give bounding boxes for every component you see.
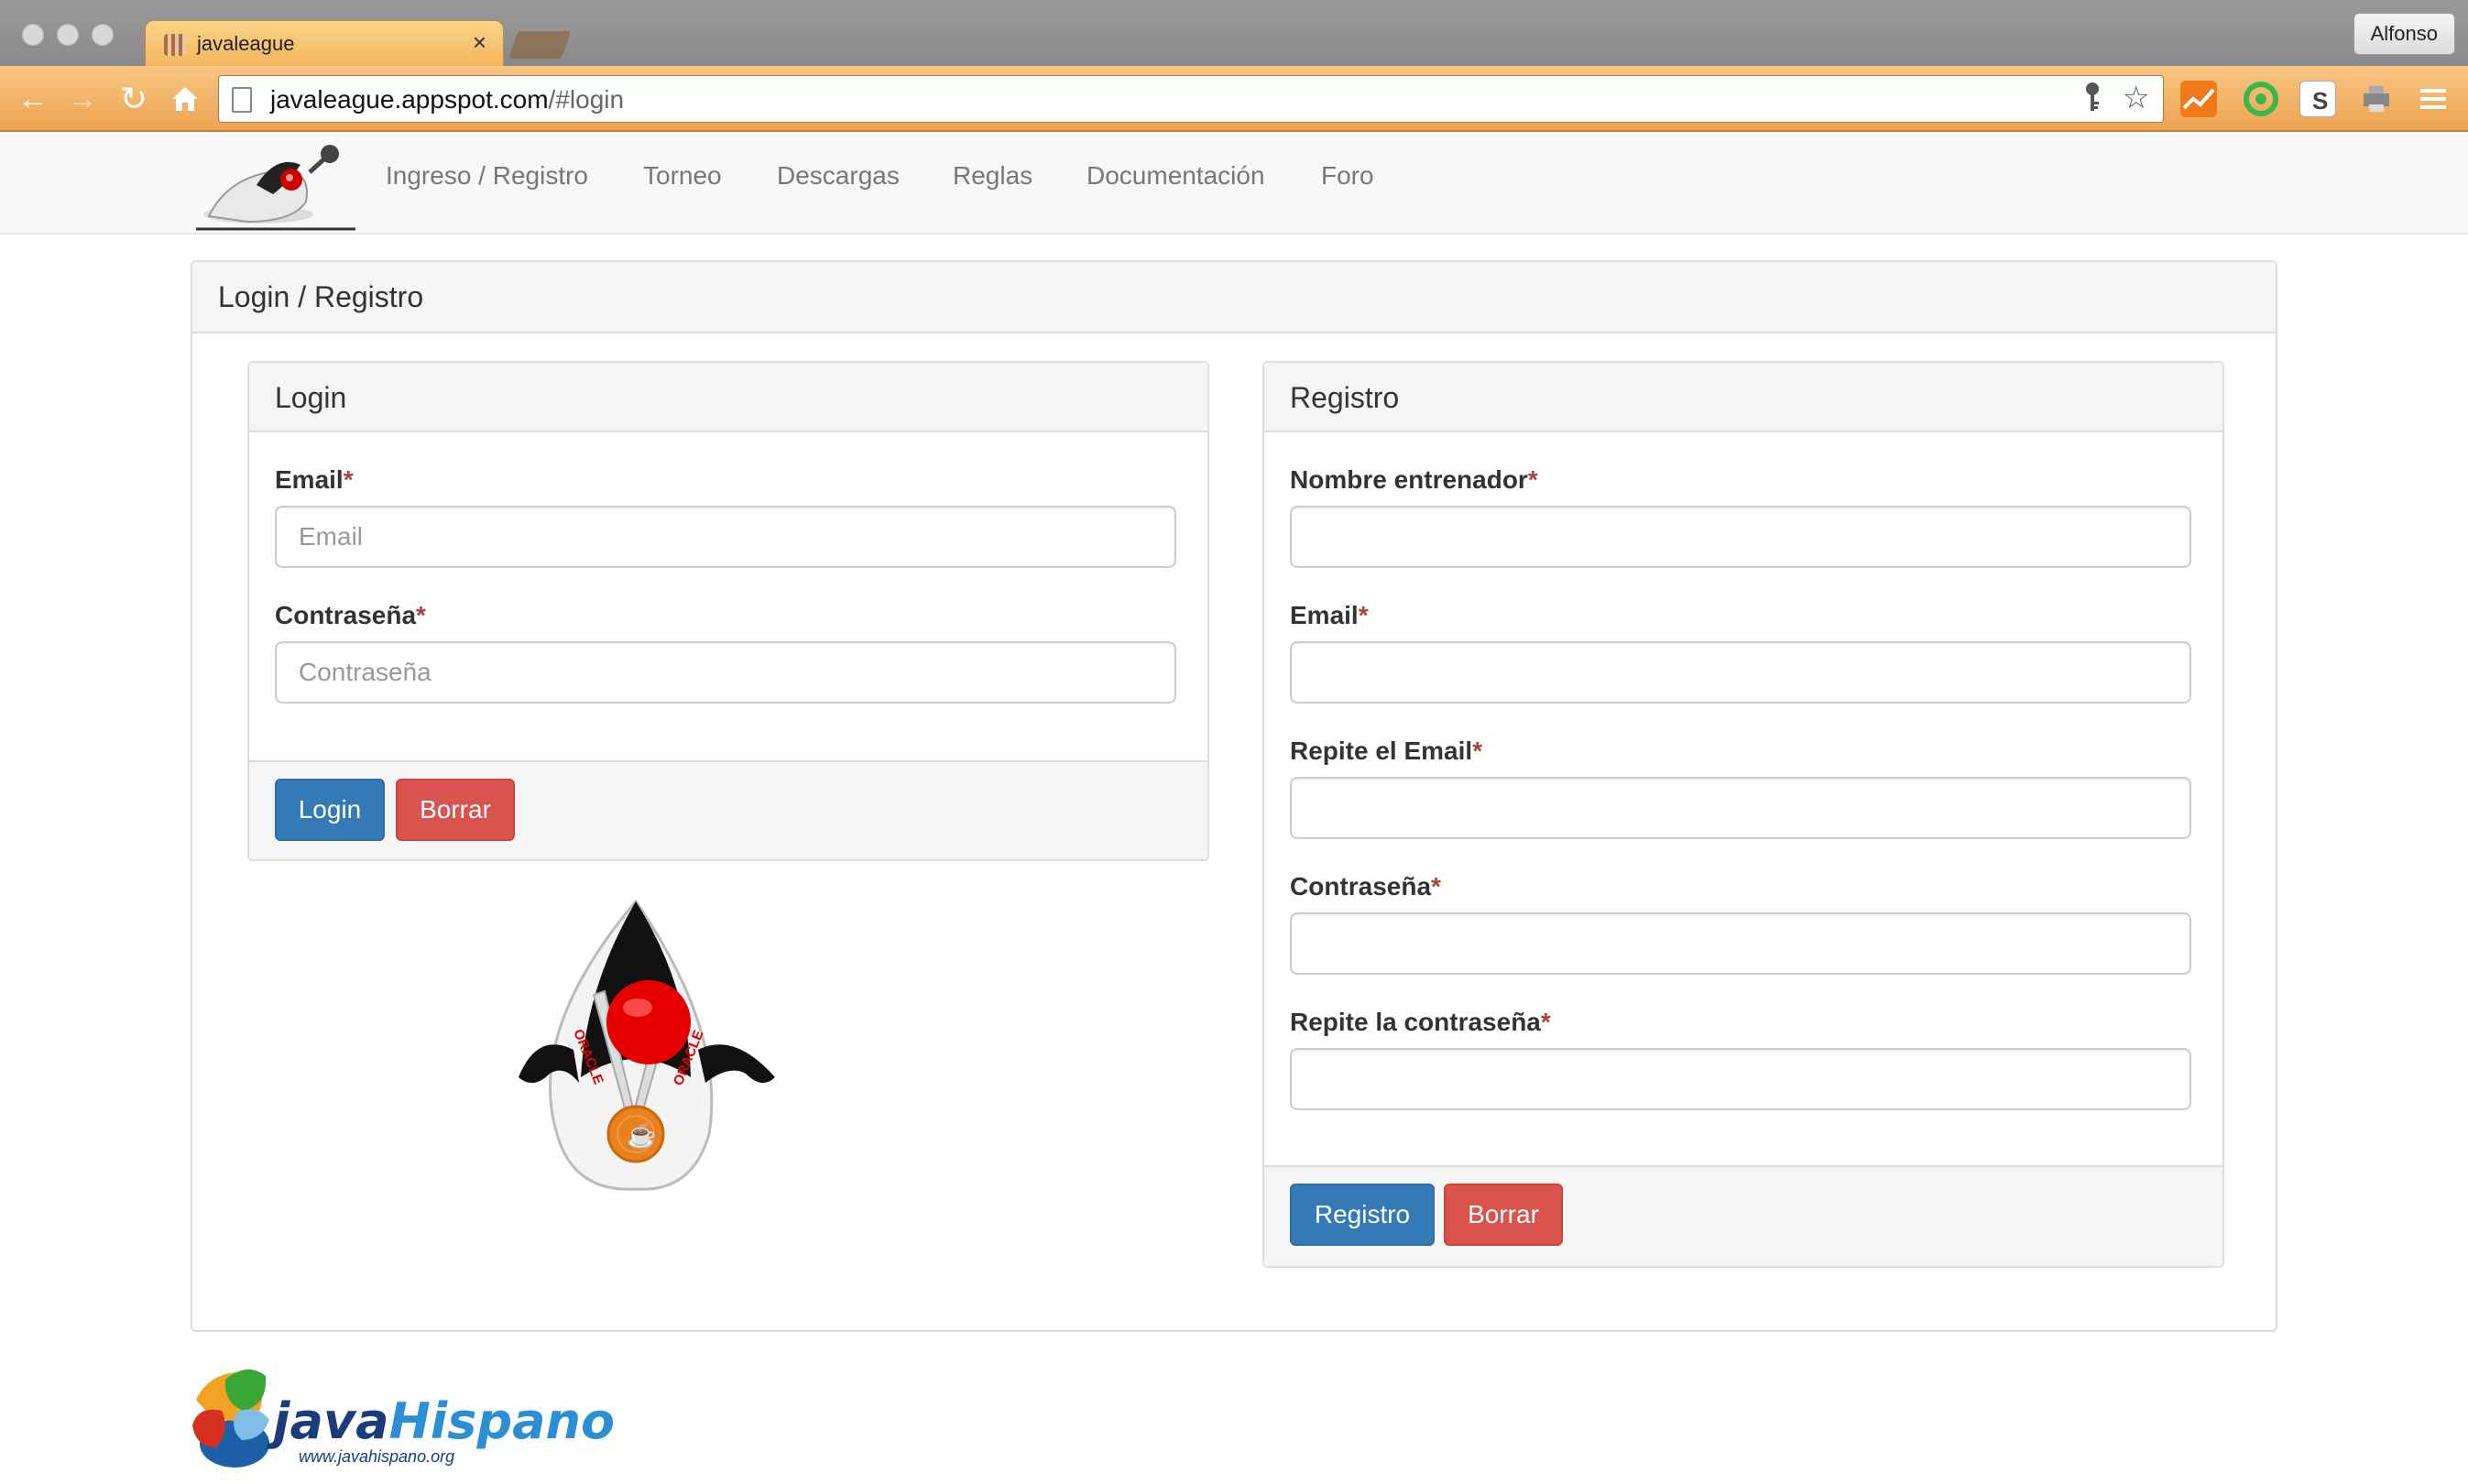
registro-title: Registro [1290,381,1400,414]
javahispano-logo-text: javaHispano [267,1392,615,1450]
repeat-password-input[interactable] [1290,1048,2191,1110]
repeat-email-input[interactable] [1290,777,2191,839]
register-email-input[interactable] [1290,641,2191,704]
required-marker: * [1431,872,1441,900]
repeat-email-label: Repite el Email* [1290,737,1483,765]
minimize-window-icon[interactable] [57,24,79,46]
menu-icon[interactable] [2415,81,2452,117]
repeat-password-label: Repite la contraseña* [1290,1008,1551,1036]
registro-reset-button[interactable]: Borrar [1444,1184,1563,1246]
page-title: Login / Registro [218,280,424,313]
profile-button[interactable]: Alfonso [2353,13,2455,55]
nav-link-foro[interactable]: Foro [1321,161,1374,191]
register-password-input[interactable] [1290,912,2191,975]
login-reset-button[interactable]: Borrar [396,779,515,841]
javahispano-logo-url: www.javahispano.org [299,1447,454,1466]
registro-panel: Registro Nombre entrenador* Email* Repit… [1262,361,2224,1268]
required-marker: * [1472,737,1483,765]
forward-arrow-icon[interactable]: → [64,81,101,117]
login-registro-panel: Login / Registro Login Email* Contraseña… [191,260,2277,1332]
coach-name-input[interactable] [1290,506,2191,568]
login-email-input[interactable] [275,506,1176,568]
svg-text:S: S [2312,87,2328,115]
site-navbar: Ingreso / Registro Torneo Descargas Regl… [0,134,2468,235]
nav-link-reglas[interactable]: Reglas [953,161,1032,191]
login-panel-heading: Login [249,363,1207,432]
back-arrow-icon[interactable]: ← [15,81,51,117]
register-password-label: Contraseña* [1290,872,1441,900]
reload-icon[interactable]: ↻ [115,81,152,117]
required-marker: * [343,465,354,494]
main-panel-heading: Login / Registro [192,262,2276,333]
new-tab-button[interactable] [508,31,572,59]
tab-close-icon[interactable]: × [473,28,486,57]
tab-favicon-icon [164,34,186,56]
login-email-label: Email* [275,465,354,494]
bookmark-star-icon[interactable]: ☆ [2123,80,2150,116]
required-marker: * [416,601,426,629]
home-icon[interactable] [167,81,203,117]
brand-logo[interactable] [192,137,359,233]
browser-title-bar: javaleague × Alfonso [0,0,2468,68]
address-bar[interactable]: javaleague.appspot.com/#login ☆ [218,75,2164,123]
login-panel: Login Email* Contraseña* Login Borrar [247,361,1209,861]
close-window-icon[interactable] [22,24,44,46]
url-text[interactable]: javaleague.appspot.com/#login [270,85,624,115]
javahispano-logo[interactable]: javaHispano www.javahispano.org [189,1363,665,1475]
page-icon [232,87,252,113]
required-marker: * [1527,465,1538,494]
nav-link-torneo[interactable]: Torneo [643,161,722,191]
key-icon[interactable] [2082,82,2102,120]
register-email-label: Email* [1290,601,1369,629]
login-button[interactable]: Login [275,779,385,841]
nav-link-documentacion[interactable]: Documentación [1087,161,1265,191]
svg-text:☕: ☕ [627,1120,656,1149]
required-marker: * [1540,1008,1551,1036]
registro-button[interactable]: Registro [1290,1184,1435,1246]
login-title: Login [275,381,347,414]
chart-extension-icon[interactable] [2180,81,2217,117]
nav-link-ingreso-registro[interactable]: Ingreso / Registro [386,161,588,191]
nav-link-descargas[interactable]: Descargas [777,161,900,191]
registro-panel-heading: Registro [1264,363,2222,432]
green-circle-extension-icon[interactable] [2243,81,2279,117]
maximize-window-icon[interactable] [92,24,114,46]
required-marker: * [1358,601,1369,629]
printer-extension-icon[interactable] [2358,81,2395,117]
browser-toolbar: ← → ↻ javaleague.appspot.com/#login ☆ S [0,66,2468,132]
browser-tab[interactable]: javaleague × [145,20,504,68]
tab-title: javaleague [197,32,295,55]
login-panel-footer: Login Borrar [249,760,1207,859]
registro-panel-footer: Registro Borrar [1264,1165,2222,1266]
s-extension-icon[interactable]: S [2299,81,2336,117]
coach-name-label: Nombre entrenador* [1290,465,1538,494]
login-password-input[interactable] [275,641,1176,704]
duke-mascot-image: ☕ ORACLE ORACLE [509,894,784,1196]
login-password-label: Contraseña* [275,601,426,629]
